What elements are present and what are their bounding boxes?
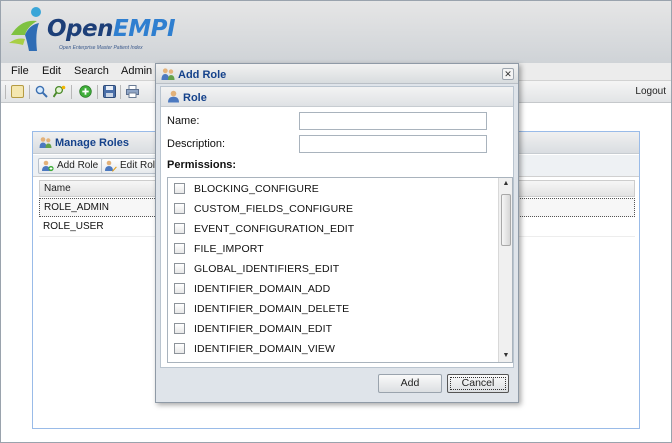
user-group-icon [161, 68, 175, 80]
permission-label: IDENTIFIER_DOMAIN_EDIT [194, 323, 333, 335]
permission-item[interactable]: FILE_IMPORT [174, 240, 494, 258]
report-icon[interactable] [11, 85, 24, 98]
permission-checkbox[interactable] [174, 223, 185, 234]
logo-figure-icon [9, 7, 41, 51]
dialog-titlebar[interactable]: Add Role ✕ [156, 64, 518, 84]
scroll-up-icon[interactable]: ▲ [499, 178, 512, 190]
role-name-cell: ROLE_ADMIN [44, 202, 110, 213]
toolbar-separator [5, 85, 6, 99]
permission-label: IDENTIFIER_DOMAIN_ADD [194, 283, 331, 295]
permission-checkbox[interactable] [174, 303, 185, 314]
permission-label: FILE_IMPORT [194, 243, 264, 255]
permission-item[interactable]: IDENTIFIER_DOMAIN_ADD [174, 280, 494, 298]
name-label: Name: [167, 115, 200, 127]
permission-checkbox[interactable] [174, 283, 185, 294]
toolbar-separator [29, 85, 30, 99]
permission-item[interactable]: IDENTIFIER_DOMAIN_VIEW [174, 340, 494, 358]
permission-item[interactable]: EVENT_CONFIGURATION_EDIT [174, 220, 494, 238]
permission-checkbox[interactable] [174, 183, 185, 194]
search-icon[interactable] [35, 85, 48, 98]
menu-edit[interactable]: Edit [42, 65, 61, 77]
app-window: OpenEMPI Open Enterprise Master Patient … [0, 0, 672, 443]
user-group-icon [39, 137, 52, 148]
column-header-name[interactable]: Name [44, 183, 71, 194]
add-role-button-label: Add Role [57, 160, 99, 171]
dialog-body: Role Name: Description: Permissions: BLO… [160, 86, 514, 368]
permission-label: IDENTIFIER_DOMAIN_DELETE [194, 303, 350, 315]
permission-label: IDENTIFIER_DOMAIN_VIEW [194, 343, 336, 355]
add-role-button[interactable]: Add Role [38, 158, 104, 174]
print-icon[interactable] [126, 85, 139, 98]
search-advanced-icon[interactable] [53, 85, 66, 98]
description-label: Description: [167, 138, 226, 150]
logo-title-main: Open [47, 16, 114, 42]
menu-admin[interactable]: Admin [121, 65, 152, 77]
toolbar-separator [71, 85, 72, 99]
menu-search[interactable]: Search [74, 65, 109, 77]
dialog-title: Add Role [178, 69, 227, 81]
permission-label: EVENT_CONFIGURATION_EDIT [194, 223, 355, 235]
scrollbar-thumb[interactable] [501, 194, 511, 246]
permissions-scrollbar[interactable]: ▲ ▼ [498, 178, 512, 362]
menu-file[interactable]: File [11, 65, 29, 77]
logo-title: OpenEMPI [47, 16, 176, 42]
permission-item[interactable]: IDENTIFIER_DOMAIN_DELETE [174, 300, 494, 318]
permission-checkbox[interactable] [174, 343, 185, 354]
openempi-logo: OpenEMPI Open Enterprise Master Patient … [7, 5, 207, 59]
permission-label: BLOCKING_CONFIGURE [194, 183, 319, 195]
toolbar-separator [120, 85, 121, 99]
manage-roles-title: Manage Roles [55, 137, 129, 149]
permission-item[interactable]: CUSTOM_FIELDS_CONFIGURE [174, 200, 494, 218]
permission-checkbox[interactable] [174, 323, 185, 334]
logo-subtitle: Open Enterprise Master Patient Index [59, 45, 143, 51]
edit-user-icon [105, 160, 117, 172]
role-section-header: Role [161, 87, 513, 107]
permission-item[interactable]: GLOBAL_IDENTIFIERS_EDIT [174, 260, 494, 278]
close-icon[interactable]: ✕ [502, 68, 514, 80]
permission-item[interactable]: IDENTIFIER_DOMAIN_EDIT [174, 320, 494, 338]
add-button[interactable]: Add [378, 374, 442, 393]
role-name-cell: ROLE_USER [43, 221, 104, 232]
user-icon [168, 90, 179, 103]
name-field[interactable] [299, 112, 487, 130]
add-icon[interactable] [79, 85, 92, 98]
permission-label: CUSTOM_FIELDS_CONFIGURE [194, 203, 354, 215]
logout-link[interactable]: Logout [635, 86, 666, 97]
permission-label: GLOBAL_IDENTIFIERS_EDIT [194, 263, 340, 275]
permission-item[interactable]: BLOCKING_CONFIGURE [174, 180, 494, 198]
add-role-dialog: Add Role ✕ Role Name: Description: Permi… [155, 63, 519, 403]
permission-checkbox[interactable] [174, 243, 185, 254]
toolbar-separator [97, 85, 98, 99]
scroll-down-icon[interactable]: ▼ [499, 350, 512, 362]
cancel-button[interactable]: Cancel [447, 374, 509, 393]
role-section-title: Role [183, 92, 207, 104]
app-header: OpenEMPI Open Enterprise Master Patient … [1, 1, 671, 63]
permission-checkbox[interactable] [174, 263, 185, 274]
save-icon[interactable] [103, 85, 116, 98]
add-user-icon [42, 160, 54, 172]
permissions-label: Permissions: [167, 159, 237, 171]
permission-checkbox[interactable] [174, 203, 185, 214]
permissions-list[interactable]: BLOCKING_CONFIGURE CUSTOM_FIELDS_CONFIGU… [167, 177, 513, 363]
logo-title-accent: EMPI [113, 16, 176, 42]
description-field[interactable] [299, 135, 487, 153]
